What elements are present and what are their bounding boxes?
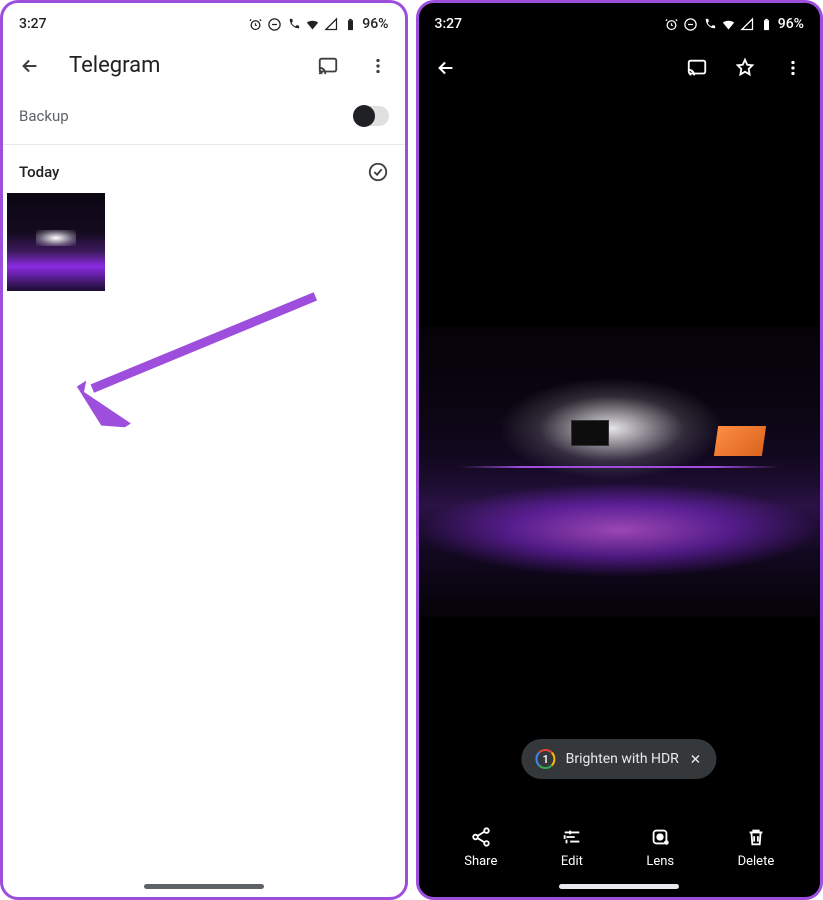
share-button[interactable]: Share (464, 826, 497, 869)
close-icon[interactable] (689, 752, 703, 766)
more-icon[interactable] (367, 55, 389, 77)
page-title: Telegram (69, 53, 289, 78)
more-icon[interactable] (782, 57, 804, 79)
backup-toggle[interactable] (355, 106, 389, 126)
enhance-badge-icon: 1 (536, 749, 556, 769)
dnd-icon (267, 17, 282, 32)
signal-icon (740, 17, 755, 32)
lens-button[interactable]: Lens (646, 826, 674, 869)
lens-label: Lens (646, 854, 674, 869)
viewer-app-bar (419, 39, 821, 97)
cast-icon[interactable] (686, 57, 708, 79)
photo[interactable] (419, 327, 821, 617)
share-label: Share (464, 854, 497, 869)
lens-icon (649, 826, 671, 848)
section-label: Today (19, 163, 59, 181)
edit-button[interactable]: Edit (561, 826, 583, 869)
select-all-icon[interactable] (367, 161, 389, 183)
alarm-icon (664, 17, 679, 32)
back-icon[interactable] (435, 57, 457, 79)
battery-icon (343, 17, 358, 32)
section-header: Today (3, 145, 405, 193)
status-time: 3:27 (19, 16, 47, 32)
battery-percent: 96% (778, 16, 804, 32)
status-bar: 3:27 96% (419, 3, 821, 39)
dnd-icon (683, 17, 698, 32)
signal-icon (324, 17, 339, 32)
wifi-icon (305, 17, 320, 32)
battery-percent: 96% (362, 16, 388, 32)
share-icon (470, 826, 492, 848)
hdr-suggestion-pill[interactable]: 1 Brighten with HDR (522, 739, 717, 779)
delete-label: Delete (738, 854, 775, 869)
app-bar: Telegram (3, 39, 405, 92)
nav-gesture-bar[interactable] (559, 884, 679, 889)
status-icons: 96% (248, 16, 388, 32)
photo-thumbnail[interactable] (7, 193, 105, 291)
bottom-actions: Share Edit Lens Delete (419, 826, 821, 869)
favorite-icon[interactable] (734, 57, 756, 79)
back-icon[interactable] (19, 55, 41, 77)
delete-button[interactable]: Delete (738, 826, 775, 869)
status-icons: 96% (664, 16, 804, 32)
trash-icon (745, 826, 767, 848)
backup-label: Backup (19, 107, 69, 125)
alarm-icon (248, 17, 263, 32)
hdr-label: Brighten with HDR (566, 751, 679, 767)
backup-row: Backup (3, 92, 405, 145)
status-bar: 3:27 96% (3, 3, 405, 39)
edit-label: Edit (561, 854, 583, 869)
wifi-calling-icon (702, 17, 717, 32)
annotation-arrow (77, 249, 329, 438)
wifi-icon (721, 17, 736, 32)
status-time: 3:27 (435, 16, 463, 32)
wifi-calling-icon (286, 17, 301, 32)
edit-icon (561, 826, 583, 848)
cast-icon[interactable] (317, 55, 339, 77)
nav-gesture-bar[interactable] (144, 884, 264, 889)
battery-icon (759, 17, 774, 32)
